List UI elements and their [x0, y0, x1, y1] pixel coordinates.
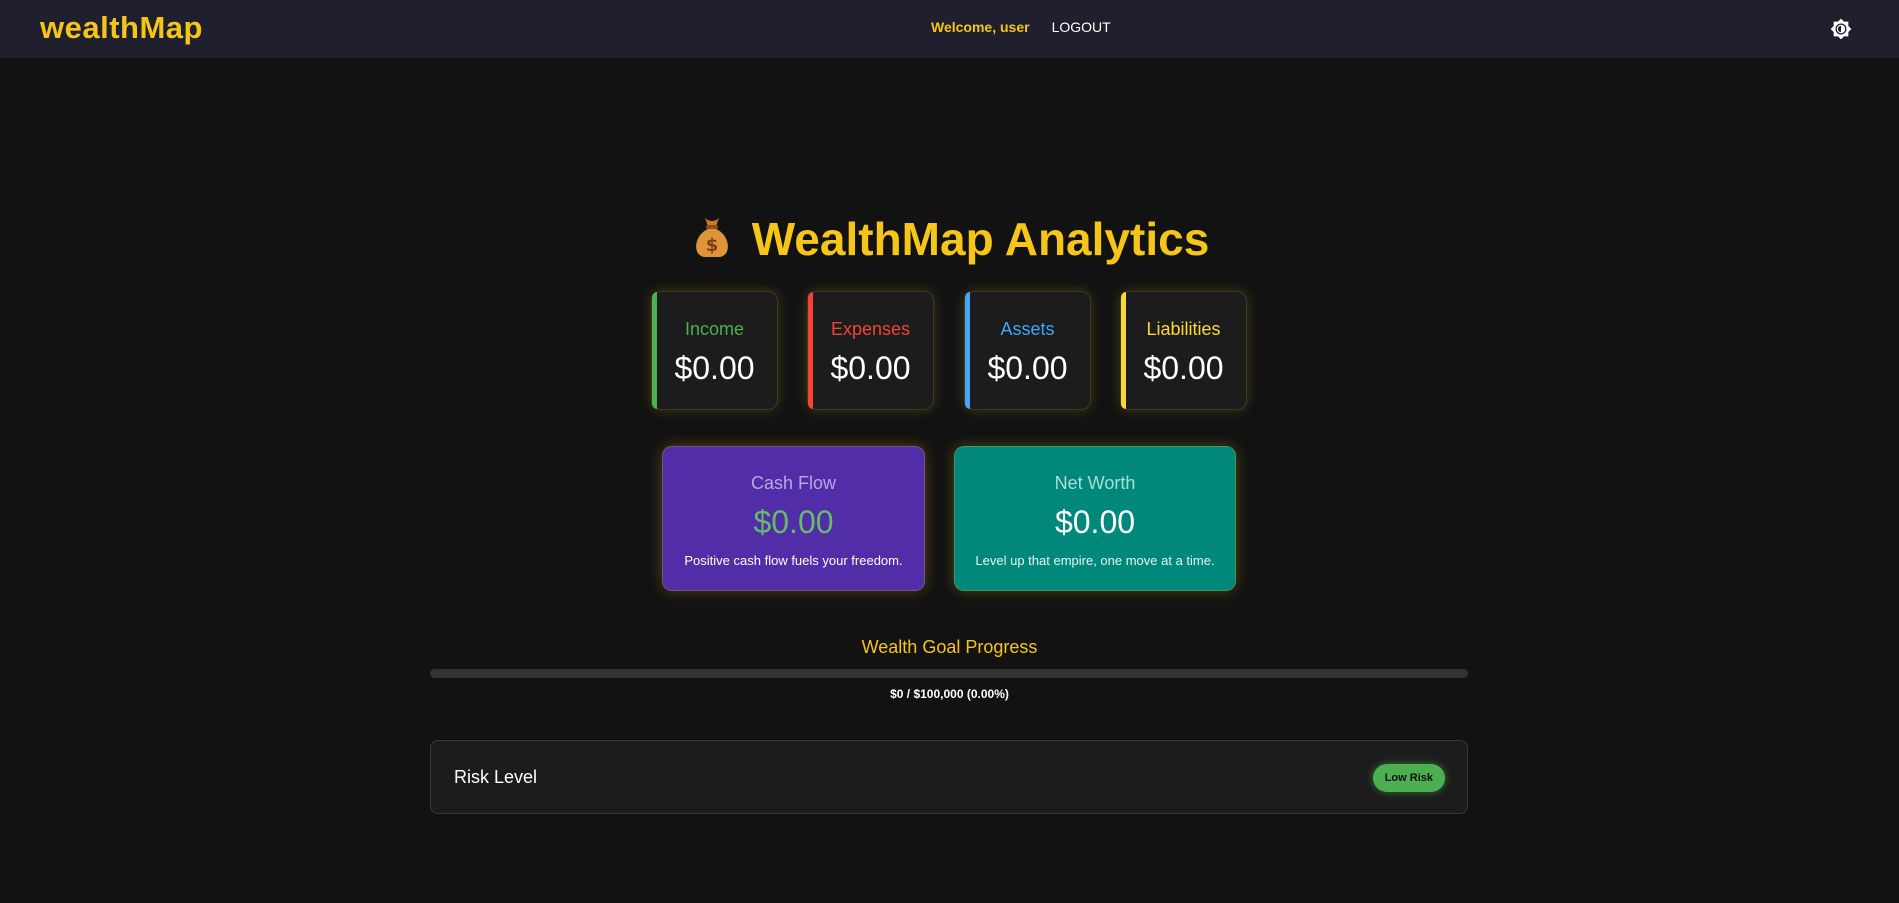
income-value: $0.00	[674, 350, 755, 386]
page-title-text: WealthMap Analytics	[751, 213, 1210, 265]
income-card: Income $0.00	[651, 291, 778, 410]
risk-level-label: Risk Level	[454, 767, 538, 787]
risk-level-panel: Risk Level Low Risk	[430, 740, 1468, 814]
cash-flow-value: $0.00	[753, 504, 834, 540]
brand-logo[interactable]: wealthMap	[40, 10, 203, 46]
expenses-accent	[808, 292, 813, 409]
logout-link[interactable]: LOGOUT	[1052, 19, 1111, 35]
assets-accent	[965, 292, 970, 409]
navbar: wealthMap Welcome, user LOGOUT	[0, 0, 1899, 58]
liabilities-card: Liabilities $0.00	[1120, 291, 1247, 410]
net-worth-card: Net Worth $0.00 Level up that empire, on…	[954, 446, 1236, 591]
net-worth-label: Net Worth	[1054, 473, 1136, 493]
cash-flow-note: Positive cash flow fuels your freedom.	[684, 553, 903, 568]
cash-flow-card: Cash Flow $0.00 Positive cash flow fuels…	[662, 446, 925, 591]
goal-progress-title: Wealth Goal Progress	[861, 637, 1038, 657]
page-title: $ WealthMap Analytics	[0, 212, 1899, 270]
svg-text:$: $	[705, 235, 718, 256]
brightness-icon	[1830, 18, 1852, 40]
assets-value: $0.00	[987, 350, 1068, 386]
assets-card: Assets $0.00	[964, 291, 1091, 410]
goal-progress-bar	[430, 669, 1468, 678]
net-worth-note: Level up that empire, one move at a time…	[975, 553, 1215, 568]
goal-progress-text: $0 / $100,000 (0.00%)	[890, 687, 1009, 701]
cash-flow-label: Cash Flow	[750, 473, 837, 493]
expenses-label: Expenses	[830, 319, 911, 339]
assets-label: Assets	[1000, 319, 1055, 339]
net-worth-value: $0.00	[1054, 504, 1136, 540]
nav-user-area: Welcome, user LOGOUT	[931, 19, 1111, 35]
liabilities-label: Liabilities	[1146, 319, 1221, 339]
income-accent	[652, 292, 657, 409]
welcome-text: Welcome, user	[931, 19, 1030, 35]
expenses-value: $0.00	[830, 350, 911, 386]
income-label: Income	[684, 319, 745, 339]
liabilities-value: $0.00	[1143, 350, 1224, 386]
theme-toggle-button[interactable]	[1830, 18, 1852, 40]
expenses-card: Expenses $0.00	[807, 291, 934, 410]
risk-badge: Low Risk	[1372, 764, 1445, 792]
liabilities-accent	[1121, 292, 1126, 409]
money-bag-icon: $	[690, 213, 734, 270]
